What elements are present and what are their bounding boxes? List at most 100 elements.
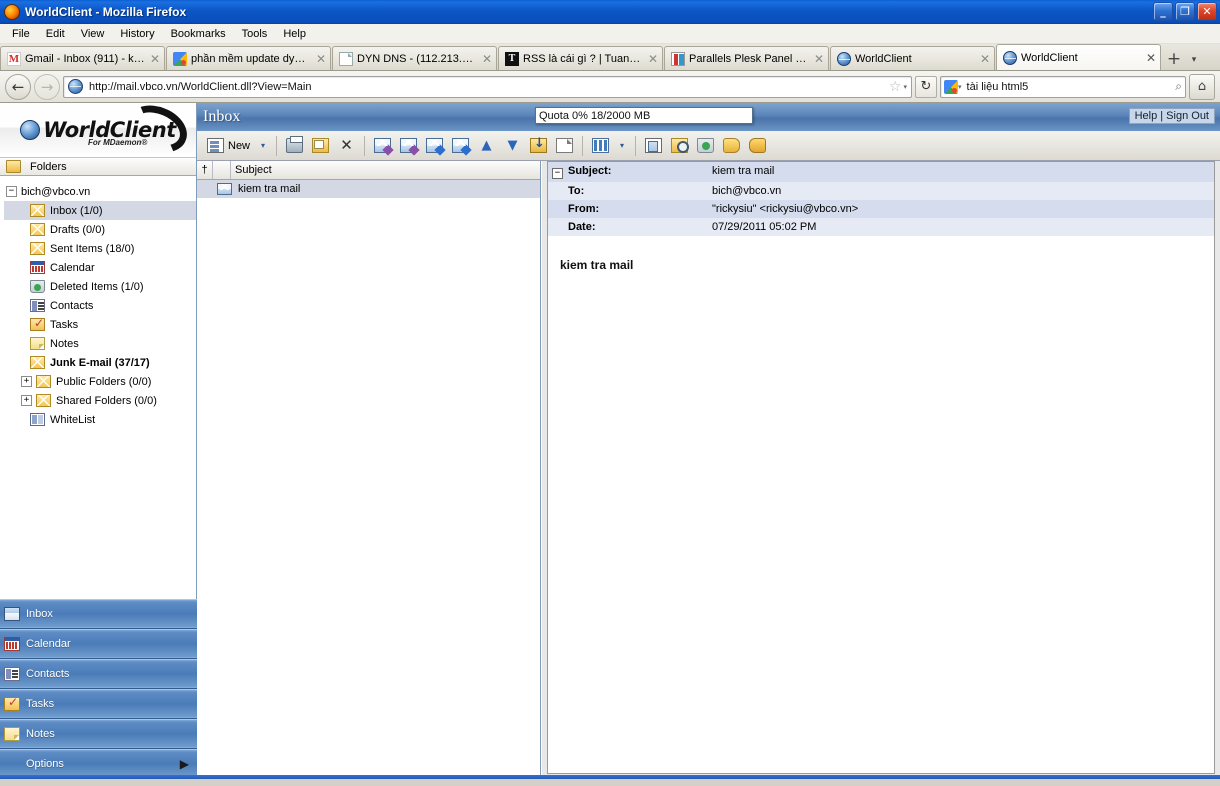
browser-tab-gmail[interactable]: Gmail - Inbox (911) - ky... ✕	[0, 46, 165, 70]
browser-tab-update-dyna[interactable]: phần mềm update dyna... ✕	[166, 46, 331, 70]
tab-label: RSS là cái gì ? | TuanVA!...	[523, 52, 643, 65]
menu-tools[interactable]: Tools	[234, 26, 276, 42]
browser-tab-dyn-dns[interactable]: DYN DNS - (112.213.80... ✕	[332, 46, 497, 70]
home-button[interactable]: ⌂	[1189, 73, 1215, 100]
new-tab-button[interactable]: +	[1162, 48, 1186, 70]
nav-item-notes[interactable]: Notes	[0, 719, 197, 749]
tab-close-icon[interactable]: ✕	[316, 52, 326, 66]
chevron-right-icon[interactable]: ▶	[180, 757, 189, 771]
calendar-icon	[30, 261, 45, 274]
folder-item-drafts[interactable]: Drafts (0/0)	[4, 220, 196, 239]
toolbar-separator	[364, 135, 366, 156]
folder-item-junk-email[interactable]: Junk E-mail (37/17)	[4, 353, 196, 372]
tab-close-icon[interactable]: ✕	[648, 52, 658, 66]
folder-item-sent-items[interactable]: Sent Items (18/0)	[4, 239, 196, 258]
print-button[interactable]	[282, 134, 307, 158]
move-to-folder-button[interactable]	[308, 134, 333, 158]
hand-left-icon	[723, 138, 741, 153]
document-icon	[556, 138, 574, 153]
message-header-row-subject: − Subject: kiem tra mail	[548, 162, 1214, 182]
attachment-column-header[interactable]: †	[197, 161, 213, 179]
folder-item-whitelist[interactable]: WhiteList	[4, 410, 196, 429]
delete-button[interactable]: ✕	[334, 134, 359, 158]
redirect-button[interactable]	[448, 134, 473, 158]
new-message-button[interactable]: New	[203, 134, 254, 158]
tab-close-icon[interactable]: ✕	[814, 52, 824, 66]
folder-item-deleted-items[interactable]: Deleted Items (1/0)	[4, 277, 196, 296]
menu-history[interactable]: History	[112, 26, 162, 42]
folder-root-label: bich@vbco.vn	[21, 185, 91, 198]
blacklist-button[interactable]	[719, 134, 744, 158]
subject-column-header[interactable]: Subject	[231, 161, 540, 179]
view-source-button[interactable]	[552, 134, 577, 158]
expand-icon[interactable]: +	[21, 395, 32, 406]
browser-tab-worldclient-1[interactable]: WorldClient ✕	[830, 46, 995, 70]
menu-edit[interactable]: Edit	[38, 26, 73, 42]
browser-tab-plesk[interactable]: Parallels Plesk Panel 9.0... ✕	[664, 46, 829, 70]
search-bar[interactable]: ▾ tài liệu html5 ⌕	[940, 75, 1186, 98]
tab-label: Parallels Plesk Panel 9.0...	[689, 52, 809, 65]
tab-close-icon[interactable]: ✕	[1146, 51, 1156, 65]
minimize-button[interactable]: _	[1153, 2, 1173, 21]
tab-close-icon[interactable]: ✕	[150, 52, 160, 66]
check-mail-button[interactable]	[526, 134, 551, 158]
folder-item-inbox[interactable]: Inbox (1/0)	[4, 201, 196, 220]
menu-bookmarks[interactable]: Bookmarks	[163, 26, 234, 42]
nav-item-contacts[interactable]: Contacts	[0, 659, 197, 689]
collapse-headers-icon[interactable]: −	[552, 168, 563, 179]
menu-help[interactable]: Help	[275, 26, 314, 42]
folder-item-shared-folders[interactable]: + Shared Folders (0/0)	[4, 391, 196, 410]
chevron-down-icon[interactable]: ▾	[903, 83, 907, 91]
empty-trash-button[interactable]	[693, 134, 718, 158]
hand-right-icon	[749, 138, 767, 153]
folder-item-notes[interactable]: Notes	[4, 334, 196, 353]
search-icon[interactable]: ⌕	[1175, 79, 1182, 94]
browser-tab-rss[interactable]: T RSS là cái gì ? | TuanVA!... ✕	[498, 46, 663, 70]
chevron-down-icon[interactable]: ▾	[958, 83, 962, 91]
search-button[interactable]	[667, 134, 692, 158]
forward-button[interactable]: →	[34, 73, 60, 100]
tab-close-icon[interactable]: ✕	[980, 52, 990, 66]
message-list-row[interactable]: kiem tra mail	[197, 180, 540, 198]
columns-button[interactable]	[588, 134, 613, 158]
menu-view[interactable]: View	[73, 26, 113, 42]
close-button[interactable]: ✕	[1197, 2, 1217, 21]
collapse-icon[interactable]: −	[6, 186, 17, 197]
expand-icon[interactable]: +	[21, 376, 32, 387]
columns-dropdown-icon[interactable]: ▾	[614, 141, 630, 150]
tab-list-icon[interactable]: ▾	[1186, 48, 1202, 70]
envelope-icon	[30, 223, 45, 236]
whitelist-button[interactable]	[745, 134, 770, 158]
menu-file[interactable]: File	[4, 26, 38, 42]
maximize-button[interactable]: ❐	[1175, 2, 1195, 21]
folder-item-calendar[interactable]: Calendar	[4, 258, 196, 277]
folder-root-account[interactable]: − bich@vbco.vn	[4, 182, 196, 201]
bookmark-star-icon[interactable]: ☆	[889, 79, 902, 95]
swoosh-decoration	[120, 103, 194, 157]
url-bar[interactable]: http://mail.vbco.vn/WorldClient.dll?View…	[63, 75, 912, 98]
browser-tab-worldclient-2-active[interactable]: WorldClient ✕	[996, 44, 1161, 70]
reload-button[interactable]: ↻	[915, 75, 937, 98]
compose-template-button[interactable]	[641, 134, 666, 158]
flag-column-header[interactable]	[213, 161, 231, 179]
nav-item-tasks[interactable]: Tasks	[0, 689, 197, 719]
forward-button[interactable]	[422, 134, 447, 158]
back-button[interactable]: ←	[5, 73, 31, 100]
folder-item-contacts[interactable]: Contacts	[4, 296, 196, 315]
folder-label: Tasks	[50, 318, 79, 331]
reply-all-button[interactable]	[396, 134, 421, 158]
folder-item-tasks[interactable]: Tasks	[4, 315, 196, 334]
redirect-icon	[452, 138, 472, 156]
tab-close-icon[interactable]: ✕	[482, 52, 492, 66]
help-signout-links[interactable]: Help | Sign Out	[1128, 108, 1215, 124]
previous-message-button[interactable]: ▲	[474, 134, 499, 158]
next-message-button[interactable]: ▼	[500, 134, 525, 158]
reply-button[interactable]	[370, 134, 395, 158]
reading-pane: − Subject: kiem tra mail To: bich@vbco.vn…	[542, 103, 1220, 779]
nav-item-calendar[interactable]: Calendar	[0, 629, 197, 659]
new-button-label: New	[228, 139, 251, 152]
folder-item-public-folders[interactable]: + Public Folders (0/0)	[4, 372, 196, 391]
search-input[interactable]: tài liệu html5	[967, 81, 1176, 93]
new-message-dropdown-icon[interactable]: ▾	[255, 141, 271, 150]
nav-item-inbox[interactable]: Inbox	[0, 599, 197, 629]
